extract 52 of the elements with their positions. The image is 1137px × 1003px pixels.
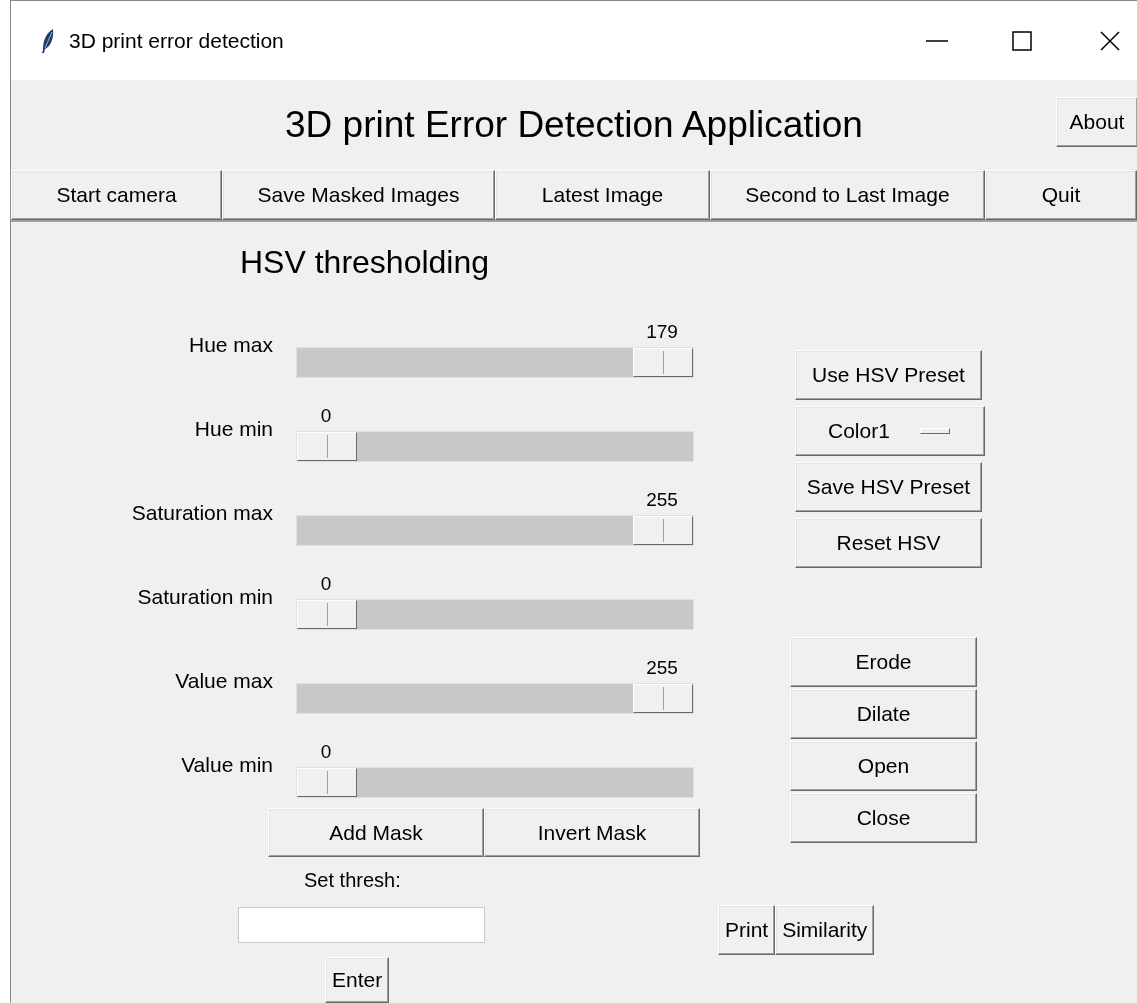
enter-button[interactable]: Enter bbox=[325, 957, 390, 1003]
preset-button[interactable]: Use HSV Preset bbox=[795, 350, 982, 400]
slider-label: Hue min bbox=[193, 417, 273, 442]
action-button[interactable]: Print bbox=[718, 905, 776, 955]
thresh-input-field[interactable] bbox=[238, 907, 485, 943]
slider-value: 0 bbox=[320, 404, 332, 428]
slider-value: 0 bbox=[320, 740, 332, 764]
slider-label: Value min bbox=[180, 753, 273, 778]
morphology-button[interactable]: Open bbox=[790, 741, 977, 791]
slider-track[interactable] bbox=[296, 347, 694, 378]
toolbar-button[interactable]: Start camera bbox=[11, 170, 222, 220]
slider-label: Saturation max bbox=[130, 501, 273, 526]
app-title: 3D print Error Detection Application bbox=[285, 104, 863, 146]
preset-button[interactable]: Save HSV Preset bbox=[795, 462, 982, 512]
toolbar-button[interactable]: Save Masked Images bbox=[222, 170, 495, 220]
toolbar-button[interactable]: Second to Last Image bbox=[710, 170, 985, 220]
slider-value: 255 bbox=[646, 656, 678, 680]
window-title: 3D print error detection bbox=[69, 28, 285, 53]
action-button[interactable]: Similarity bbox=[775, 905, 875, 955]
slider-value: 179 bbox=[646, 320, 678, 344]
slider-thumb[interactable] bbox=[297, 600, 357, 629]
preset-dropdown[interactable]: Color1 bbox=[795, 406, 985, 456]
section-title: HSV thresholding bbox=[240, 243, 490, 282]
slider-label: Value max bbox=[174, 669, 273, 694]
slider-label: Saturation min bbox=[136, 585, 273, 610]
maximize-icon[interactable] bbox=[1012, 30, 1032, 51]
slider-track[interactable] bbox=[296, 767, 694, 798]
slider-value: 0 bbox=[320, 572, 332, 596]
slider-track[interactable] bbox=[296, 431, 694, 462]
mask-button[interactable]: Add Mask bbox=[268, 808, 484, 857]
slider-track[interactable] bbox=[296, 599, 694, 630]
close-icon[interactable] bbox=[1100, 30, 1120, 51]
slider-thumb[interactable] bbox=[297, 432, 357, 461]
slider-track[interactable] bbox=[296, 515, 694, 546]
thresh-label: Set thresh: bbox=[304, 868, 401, 893]
mask-button[interactable]: Invert Mask bbox=[484, 808, 700, 857]
slider-thumb[interactable] bbox=[297, 768, 357, 797]
slider-value: 255 bbox=[646, 488, 678, 512]
morphology-button[interactable]: Dilate bbox=[790, 689, 977, 739]
slider-track[interactable] bbox=[296, 683, 694, 714]
toolbar-button[interactable]: Latest Image bbox=[495, 170, 710, 220]
slider-thumb[interactable] bbox=[633, 348, 693, 377]
about-button[interactable]: About bbox=[1056, 96, 1137, 147]
slider-thumb[interactable] bbox=[633, 516, 693, 545]
preset-button[interactable]: Reset HSV bbox=[795, 518, 982, 568]
slider-thumb[interactable] bbox=[633, 684, 693, 713]
morphology-button[interactable]: Close bbox=[790, 793, 977, 843]
morphology-button[interactable]: Erode bbox=[790, 637, 977, 687]
toolbar-button[interactable]: Quit bbox=[985, 170, 1137, 220]
dropdown-indicator-icon bbox=[919, 428, 950, 434]
slider-label: Hue max bbox=[187, 333, 273, 358]
feather-icon bbox=[41, 27, 55, 54]
